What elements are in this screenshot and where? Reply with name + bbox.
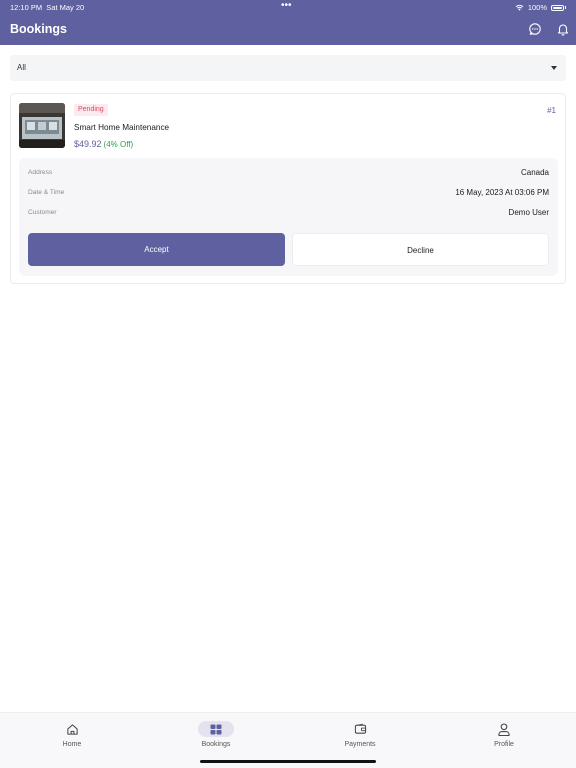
status-right: 100% bbox=[515, 3, 566, 12]
customer-label: Customer bbox=[28, 209, 57, 216]
bell-icon[interactable] bbox=[556, 22, 570, 36]
multitasking-dots-icon[interactable]: ••• bbox=[281, 0, 292, 11]
booking-card[interactable]: Pending #1 Smart Home Maintenance $49.92… bbox=[10, 93, 566, 284]
home-indicator[interactable] bbox=[200, 760, 376, 763]
tab-bookings-label: Bookings bbox=[201, 741, 231, 748]
customer-value: Demo User bbox=[508, 208, 549, 217]
service-name: Smart Home Maintenance bbox=[74, 123, 170, 132]
booking-details: Address Canada Date & Time 16 May, 2023 … bbox=[19, 158, 558, 276]
service-image bbox=[19, 103, 65, 148]
tab-home-label: Home bbox=[62, 741, 82, 748]
accept-button[interactable]: Accept bbox=[28, 233, 285, 266]
filter-selected-value: All bbox=[17, 63, 26, 72]
status-bar: 12:10 PM Sat May 20 ••• 100% bbox=[0, 0, 576, 14]
app-header: 12:10 PM Sat May 20 ••• 100% Bookings bbox=[0, 0, 576, 45]
bookings-icon bbox=[198, 721, 234, 737]
battery-icon bbox=[551, 4, 564, 11]
address-label: Address bbox=[28, 169, 53, 176]
address-value: Canada bbox=[520, 168, 549, 177]
chat-bubble-icon[interactable] bbox=[528, 22, 542, 36]
wifi-icon bbox=[515, 4, 524, 11]
booking-status-filter[interactable]: All bbox=[10, 55, 566, 81]
decline-button[interactable]: Decline bbox=[292, 233, 549, 266]
chevron-down-icon bbox=[551, 66, 557, 70]
price: $49.92 (4% Off) bbox=[74, 139, 133, 149]
profile-icon bbox=[486, 721, 522, 737]
datetime-label: Date & Time bbox=[28, 189, 65, 196]
tab-profile-label: Profile bbox=[494, 741, 514, 748]
status-time: 12:10 PM Sat May 20 bbox=[10, 3, 84, 12]
battery-percent: 100% bbox=[527, 3, 547, 12]
status-badge: Pending bbox=[74, 104, 108, 116]
datetime-value: 16 May, 2023 At 03:06 PM bbox=[455, 188, 549, 197]
status-time-text: 12:10 PM bbox=[10, 3, 43, 12]
tab-profile[interactable]: Profile bbox=[432, 713, 576, 768]
price-amount: $49.92 bbox=[74, 139, 102, 149]
wallet-icon bbox=[342, 721, 378, 737]
home-icon bbox=[54, 721, 90, 737]
page-title: Bookings bbox=[10, 22, 67, 36]
discount-label: (4% Off) bbox=[103, 140, 134, 149]
booking-id: #1 bbox=[547, 106, 556, 115]
tab-payments-label: Payments bbox=[344, 741, 376, 748]
tab-home[interactable]: Home bbox=[0, 713, 144, 768]
service-photo-icon bbox=[19, 103, 65, 148]
status-date: Sat May 20 bbox=[46, 3, 85, 12]
